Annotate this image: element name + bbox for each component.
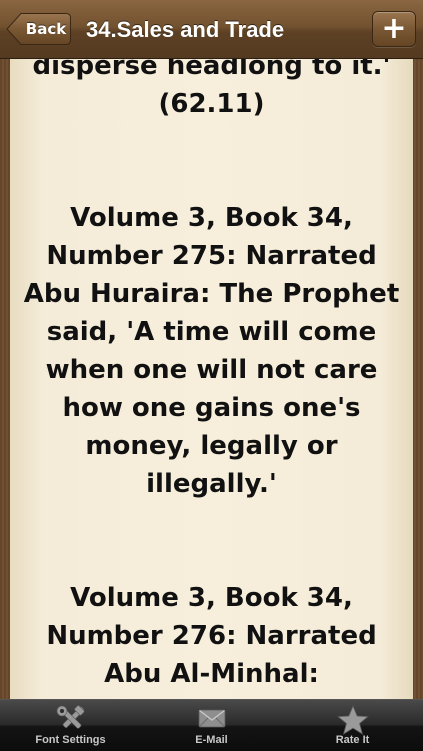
text-paragraph: Volume 3, Book 34, Number 275: Narrated … — [23, 203, 400, 499]
tab-label: E-Mail — [195, 734, 228, 746]
plus-icon: + — [381, 11, 407, 46]
tools-icon — [56, 705, 86, 737]
add-button[interactable]: + — [372, 11, 416, 47]
back-button[interactable]: Back — [6, 12, 72, 46]
tab-font-settings[interactable]: Font Settings — [0, 700, 141, 751]
tab-email[interactable]: E-Mail — [141, 700, 282, 751]
tab-bar: Font Settings E-Mail Rate It — [0, 699, 423, 751]
page-title: 34.Sales and Trade — [86, 17, 285, 42]
text-paragraph: disperse headlong to it.' (62.11) — [32, 59, 391, 119]
tab-label: Rate It — [335, 734, 370, 746]
back-button-label: Back — [25, 20, 67, 38]
navigation-bar: Back 34.Sales and Trade + — [0, 0, 423, 59]
reading-pane[interactable]: disperse headlong to it.' (62.11) Volume… — [10, 59, 413, 699]
tab-label: Font Settings — [35, 734, 106, 746]
tab-rate-it[interactable]: Rate It — [282, 700, 423, 751]
hadith-text: disperse headlong to it.' (62.11) Volume… — [10, 59, 413, 693]
envelope-icon — [197, 705, 227, 735]
text-paragraph: Volume 3, Book 34, Number 276: Narrated … — [46, 583, 377, 689]
